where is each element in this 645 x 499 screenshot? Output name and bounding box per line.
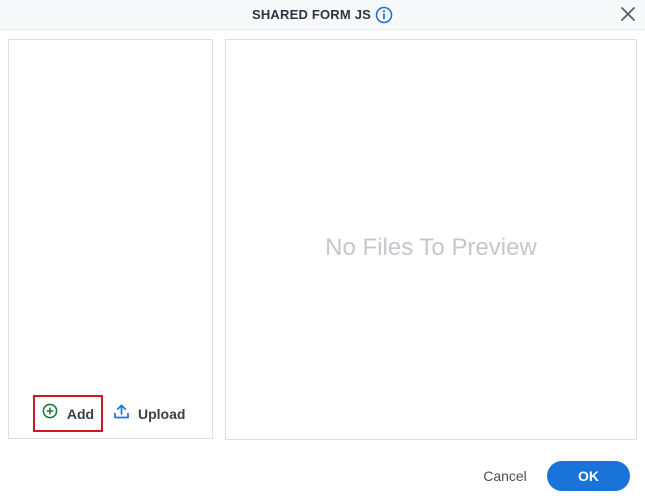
- add-circle-icon: [42, 403, 58, 424]
- dialog-titlebar: SHARED FORM JS: [0, 0, 645, 30]
- close-icon[interactable]: [619, 5, 637, 23]
- file-list-panel: Add Upload: [8, 39, 213, 439]
- preview-panel: No Files To Preview: [225, 39, 637, 440]
- upload-button-label: Upload: [138, 406, 186, 422]
- dialog-title: SHARED FORM JS: [251, 7, 372, 22]
- add-button[interactable]: Add: [33, 395, 103, 432]
- cancel-button[interactable]: Cancel: [470, 462, 540, 490]
- upload-icon: [113, 403, 130, 425]
- info-icon[interactable]: [375, 6, 393, 24]
- empty-preview-message: No Files To Preview: [325, 234, 537, 261]
- upload-button[interactable]: Upload: [113, 398, 185, 430]
- ok-button[interactable]: OK: [547, 461, 630, 491]
- title-group: SHARED FORM JS: [0, 0, 645, 29]
- add-button-label: Add: [66, 405, 95, 422]
